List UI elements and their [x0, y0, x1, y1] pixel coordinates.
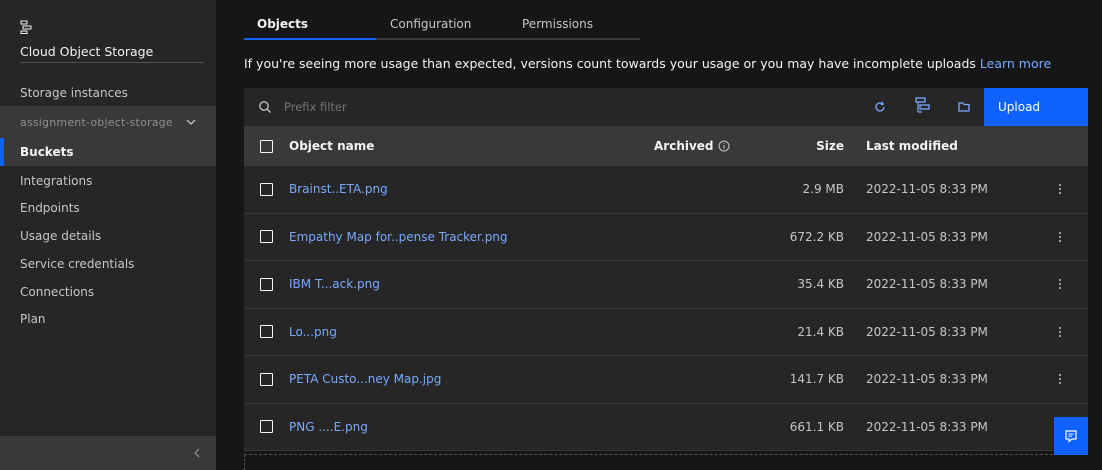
overflow-menu-icon[interactable] [1058, 183, 1062, 195]
main-content: Objects Configuration Permissions If you… [216, 0, 1102, 470]
upload-button[interactable]: Upload [984, 88, 1088, 126]
table-row[interactable]: Lo...png 21.4 KB 2022-11-05 8:33 PM [244, 308, 1088, 356]
object-size: 661.1 KB [789, 419, 844, 434]
table-row[interactable]: IBM T...ack.png 35.4 KB 2022-11-05 8:33 … [244, 261, 1088, 309]
object-last-modified: 2022-11-05 8:33 PM [866, 372, 988, 387]
sidebar-item-endpoints[interactable]: Endpoints [0, 194, 216, 222]
col-last-modified[interactable]: Last modified [866, 139, 958, 153]
col-archived-label: Archived [654, 139, 714, 153]
object-size: 141.7 KB [789, 372, 844, 387]
object-last-modified: 2022-11-05 8:33 PM [866, 182, 988, 197]
overflow-menu-icon[interactable] [1058, 326, 1062, 338]
object-last-modified: 2022-11-05 8:33 PM [866, 229, 988, 244]
service-title: Cloud Object Storage [20, 44, 154, 59]
object-name-link[interactable]: Empathy Map for..pense Tracker.png [289, 230, 508, 244]
usage-notice: If you're seeing more usage than expecte… [244, 56, 1051, 71]
object-size: 35.4 KB [797, 277, 844, 292]
object-last-modified: 2022-11-05 8:33 PM [866, 419, 988, 434]
table-drop-zone [244, 454, 1088, 470]
feedback-button[interactable] [1054, 417, 1088, 455]
info-icon[interactable] [718, 140, 730, 152]
sidebar-item-connections[interactable]: Connections [0, 278, 216, 306]
overflow-menu-icon[interactable] [1058, 278, 1062, 290]
object-size: 21.4 KB [797, 324, 844, 339]
table-row[interactable]: PETA Custo...ney Map.jpg 141.7 KB 2022-1… [244, 356, 1088, 404]
object-name-link[interactable]: Lo...png [289, 325, 337, 339]
prefix-filter-input[interactable] [284, 100, 824, 114]
table-row[interactable]: PNG ....E.png 661.1 KB 2022-11-05 8:33 P… [244, 403, 1088, 451]
refresh-icon[interactable] [873, 100, 887, 114]
overflow-menu-icon[interactable] [1058, 373, 1062, 385]
sidebar-item-service-credentials[interactable]: Service credentials [0, 250, 216, 278]
object-size: 2.9 MB [802, 182, 844, 197]
object-size: 672.2 KB [789, 229, 844, 244]
table-row[interactable]: Empathy Map for..pense Tracker.png 672.2… [244, 213, 1088, 261]
row-checkbox[interactable] [260, 420, 273, 434]
search-icon [259, 101, 271, 113]
object-storage-icon [20, 20, 32, 34]
objects-table: Object name Archived Size Last modified … [244, 126, 1088, 451]
col-archived: Archived [654, 139, 730, 153]
tab-objects[interactable]: Objects [244, 10, 376, 40]
chevron-left-icon [194, 448, 200, 458]
object-name-link[interactable]: Brainst..ETA.png [289, 182, 388, 196]
row-checkbox[interactable] [260, 230, 273, 244]
table-row[interactable]: Brainst..ETA.png 2.9 MB 2022-11-05 8:33 … [244, 166, 1088, 214]
learn-more-link[interactable]: Learn more [980, 56, 1051, 71]
row-checkbox[interactable] [260, 277, 273, 291]
sidebar-collapse-button[interactable] [0, 436, 216, 470]
table-toolbar: Upload [244, 88, 1088, 126]
overflow-menu-icon[interactable] [1058, 231, 1062, 243]
sidebar-item-plan[interactable]: Plan [0, 305, 216, 333]
tab-bar: Objects Configuration Permissions [244, 10, 640, 40]
object-name-link[interactable]: IBM T...ack.png [289, 277, 380, 291]
chat-icon [1065, 430, 1077, 443]
col-object-name[interactable]: Object name [289, 139, 374, 153]
instance-dropdown-value: assignment-object-storage [20, 115, 173, 129]
row-checkbox[interactable] [260, 325, 273, 339]
row-checkbox[interactable] [260, 372, 273, 386]
instance-dropdown[interactable]: assignment-object-storage [0, 106, 216, 138]
row-checkbox[interactable] [260, 182, 273, 196]
sidebar-item-integrations[interactable]: Integrations [0, 167, 216, 195]
tab-permissions[interactable]: Permissions [508, 10, 640, 40]
col-size[interactable]: Size [816, 139, 844, 153]
object-last-modified: 2022-11-05 8:33 PM [866, 324, 988, 339]
object-name-link[interactable]: PETA Custo...ney Map.jpg [289, 372, 441, 386]
usage-notice-text: If you're seeing more usage than expecte… [244, 56, 976, 71]
storage-instances-label: Storage instances [20, 86, 128, 100]
table-header: Object name Archived Size Last modified [244, 126, 1088, 166]
sidebar-divider [20, 62, 204, 63]
tab-configuration[interactable]: Configuration [376, 10, 508, 40]
sidebar-item-buckets[interactable]: Buckets [0, 138, 216, 166]
chevron-down-icon [186, 119, 196, 125]
folder-icon[interactable] [957, 100, 971, 114]
hierarchy-icon[interactable] [915, 97, 931, 115]
select-all-checkbox[interactable] [260, 139, 273, 153]
object-name-link[interactable]: PNG ....E.png [289, 420, 368, 434]
sidebar-item-usage-details[interactable]: Usage details [0, 222, 216, 250]
object-last-modified: 2022-11-05 8:33 PM [866, 277, 988, 292]
sidebar: Cloud Object Storage Storage instances a… [0, 0, 216, 470]
